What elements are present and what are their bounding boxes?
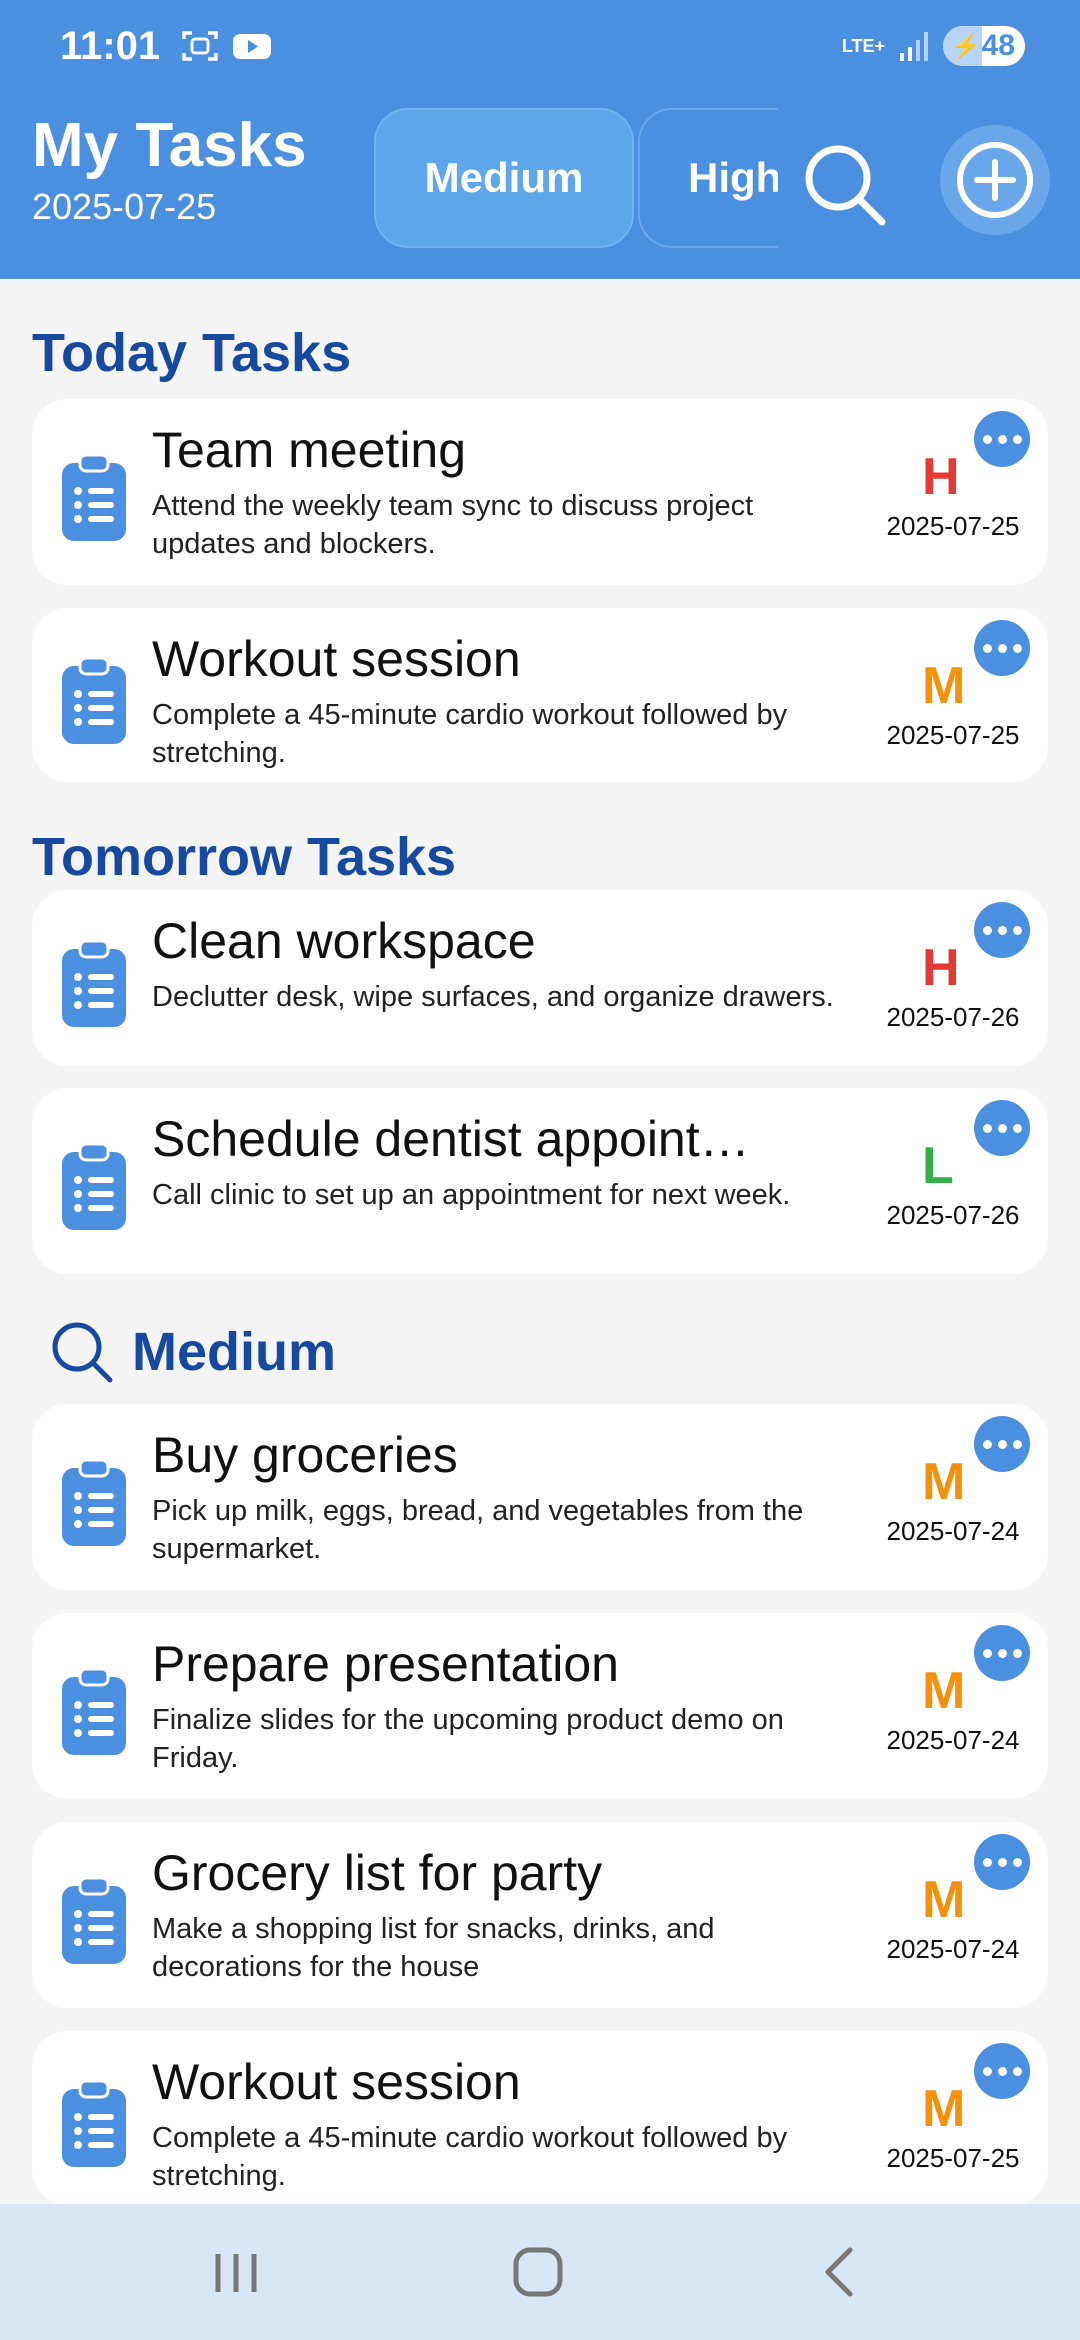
task-date: 2025-07-24 — [886, 1516, 1020, 1546]
task-title: Prepare presentation — [152, 1636, 619, 1692]
task-description: Complete a 45-minute cardio workout foll… — [152, 699, 788, 769]
task-date: 2025-07-25 — [886, 2143, 1020, 2173]
more-options-icon[interactable] — [974, 620, 1030, 676]
task-card[interactable]: Buy groceries Pick up milk, eggs, bread, … — [32, 1404, 1048, 1590]
battery-level: 48 — [981, 29, 1015, 62]
task-card[interactable]: Prepare presentation Finalize slides for … — [32, 1613, 1048, 1799]
clipboard-icon — [58, 2079, 130, 2169]
task-description: Call clinic to set up an appointment for… — [152, 1179, 791, 1211]
home-icon[interactable] — [498, 2234, 578, 2310]
task-title: Schedule dentist appoint… — [152, 1111, 750, 1167]
tomorrow-section-title: Tomorrow Tasks — [32, 827, 457, 887]
status-bar: 11:01 LTE+ ⚡ 48 — [60, 18, 1025, 74]
clipboard-icon — [58, 1667, 130, 1757]
task-description: Attend the weekly team sync to discuss p… — [152, 490, 754, 560]
task-title: Grocery list for party — [152, 1845, 603, 1901]
task-priority: M — [922, 1662, 966, 1720]
task-priority: H — [922, 939, 960, 997]
clipboard-icon — [58, 1142, 130, 1232]
recent-apps-icon[interactable] — [196, 2234, 276, 2310]
task-date: 2025-07-25 — [886, 511, 1020, 541]
task-title: Workout session — [152, 631, 521, 687]
back-icon[interactable] — [800, 2234, 880, 2310]
plus-circle-icon — [957, 142, 1033, 218]
task-date: 2025-07-24 — [886, 1934, 1020, 1964]
network-type: LTE+ — [841, 36, 885, 56]
filter-chip-high[interactable]: High — [638, 108, 778, 248]
task-title: Clean workspace — [152, 913, 536, 969]
page-title: My Tasks — [32, 111, 307, 180]
clipboard-icon — [58, 453, 130, 543]
more-options-icon[interactable] — [974, 1834, 1030, 1890]
task-date: 2025-07-25 — [886, 720, 1020, 750]
more-options-icon[interactable] — [974, 902, 1030, 958]
more-options-icon[interactable] — [974, 1416, 1030, 1472]
task-priority: M — [922, 657, 966, 715]
task-description: Declutter desk, wipe surfaces, and organ… — [152, 981, 834, 1013]
task-priority: H — [922, 448, 960, 506]
task-date: 2025-07-26 — [886, 1002, 1020, 1032]
task-description: Complete a 45-minute cardio workout foll… — [152, 2122, 788, 2192]
task-priority: M — [922, 2080, 966, 2138]
filter-results-label: Medium — [132, 1322, 337, 1382]
filter-chip-medium[interactable]: Medium — [374, 108, 634, 248]
task-card[interactable]: Workout session Complete a 45-minute card… — [32, 608, 1048, 782]
more-options-icon[interactable] — [974, 1625, 1030, 1681]
system-navigation-bar — [0, 2204, 1080, 2340]
task-description: Finalize slides for the upcoming product… — [152, 1704, 784, 1774]
battery-charging-icon: ⚡ 48 — [943, 26, 1025, 66]
more-options-icon[interactable] — [974, 411, 1030, 467]
task-card[interactable]: Team meeting Attend the weekly team sync … — [32, 399, 1048, 585]
task-title: Buy groceries — [152, 1427, 458, 1483]
task-date: 2025-07-26 — [886, 1200, 1020, 1230]
app-header: 11:01 LTE+ ⚡ 48 My Tasks 2025-07-25 Medi… — [0, 0, 1080, 279]
task-card[interactable]: Workout session Complete a 45-minute card… — [32, 2031, 1048, 2205]
add-task-button[interactable] — [940, 125, 1050, 235]
status-time: 11:01 — [60, 23, 161, 68]
clipboard-icon — [58, 656, 130, 746]
task-title: Workout session — [152, 2054, 521, 2110]
clipboard-icon — [58, 1458, 130, 1548]
signal-icon — [900, 32, 928, 61]
task-priority: L — [922, 1137, 954, 1195]
task-date: 2025-07-24 — [886, 1725, 1020, 1755]
task-card[interactable]: Grocery list for party Make a shopping li… — [32, 1822, 1048, 2008]
filter-results-title: Medium — [50, 1320, 336, 1384]
task-description: Pick up milk, eggs, bread, and vegetable… — [152, 1495, 804, 1565]
more-options-icon[interactable] — [974, 1100, 1030, 1156]
more-options-icon[interactable] — [974, 2043, 1030, 2099]
clipboard-icon — [58, 1876, 130, 1966]
task-card[interactable]: Schedule dentist appoint… Call clinic to … — [32, 1088, 1048, 1274]
clipboard-icon — [58, 939, 130, 1029]
today-section-title: Today Tasks — [32, 323, 352, 383]
search-icon — [52, 1322, 113, 1383]
task-description: Make a shopping list for snacks, drinks,… — [152, 1913, 715, 1983]
priority-filter-strip[interactable]: Medium High — [370, 108, 778, 250]
task-card[interactable]: Clean workspace Declutter desk, wipe surf… — [32, 890, 1048, 1066]
search-icon[interactable] — [800, 140, 890, 230]
current-date: 2025-07-25 — [32, 186, 217, 227]
task-title: Team meeting — [152, 422, 467, 478]
screenshot-icon — [182, 31, 218, 61]
task-priority: M — [922, 1453, 966, 1511]
task-priority: M — [922, 1871, 966, 1929]
youtube-icon — [233, 34, 272, 59]
